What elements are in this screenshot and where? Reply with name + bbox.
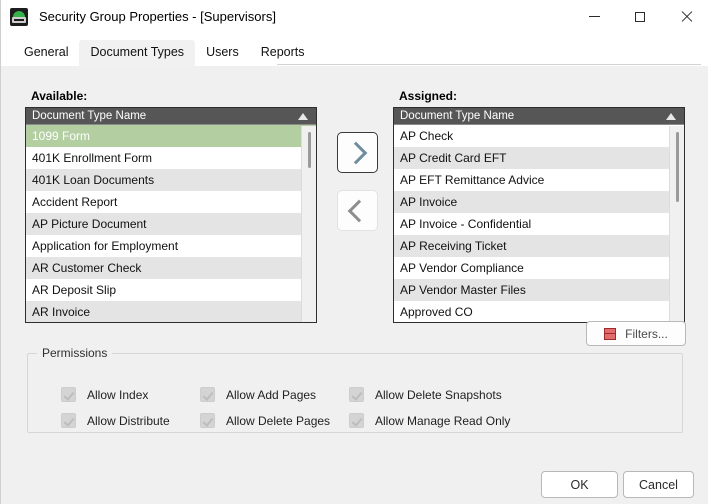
allow-add-pages-checkbox[interactable] (200, 387, 215, 402)
assigned-rows: AP Check AP Credit Card EFT AP EFT Remitta… (394, 125, 684, 322)
list-item[interactable]: AP Invoice - Confidential (394, 213, 684, 235)
maximize-icon (635, 11, 645, 22)
permission-allow-add-pages[interactable]: Allow Add Pages (200, 387, 316, 402)
available-rows: 1099 Form 401K Enrollment Form 401K Loan D… (26, 125, 316, 322)
list-item[interactable]: AP Picture Document (26, 213, 316, 235)
unassign-button[interactable] (337, 190, 378, 231)
list-item[interactable]: AP EFT Remittance Advice (394, 169, 684, 191)
permissions-group-legend: Permissions (37, 346, 113, 360)
list-item[interactable]: Approved CO (394, 301, 684, 322)
window-title: Security Group Properties - [Supervisors… (39, 9, 276, 24)
allow-delete-pages-label: Allow Delete Pages (226, 413, 331, 428)
permission-allow-distribute[interactable]: Allow Distribute (61, 413, 170, 428)
list-item[interactable]: AP Vendor Master Files (394, 279, 684, 301)
list-item[interactable]: AP Check (394, 125, 684, 147)
window-controls (571, 0, 708, 33)
allow-delete-snapshots-label: Allow Delete Snapshots (375, 387, 502, 402)
tab-reports[interactable]: Reports (250, 40, 316, 66)
chevron-right-icon (344, 141, 368, 164)
assign-button[interactable] (337, 132, 378, 173)
minimize-icon (588, 16, 600, 17)
close-button[interactable] (663, 0, 708, 33)
allow-manage-read-only-checkbox[interactable] (349, 413, 364, 428)
list-item[interactable]: Accident Report (26, 191, 316, 213)
available-scrollbar-thumb[interactable] (308, 132, 311, 168)
chevron-left-icon (347, 199, 371, 222)
list-item[interactable]: 401K Loan Documents (26, 169, 316, 191)
app-shield-icon (10, 7, 28, 26)
allow-delete-snapshots-checkbox[interactable] (349, 387, 364, 402)
security-group-properties-window: Security Group Properties - [Supervisors… (0, 0, 708, 504)
assigned-scrollbar-thumb[interactable] (676, 132, 679, 202)
sort-ascending-icon (666, 112, 676, 120)
list-item[interactable]: AP Vendor Compliance (394, 257, 684, 279)
tab-users[interactable]: Users (195, 40, 250, 66)
sort-ascending-icon (298, 112, 308, 120)
list-item[interactable]: AR Invoice (26, 301, 316, 322)
available-document-types-list[interactable]: Document Type Name 1099 Form 401K Enrollm… (25, 107, 317, 323)
tab-document-types[interactable]: Document Types (79, 40, 196, 66)
filters-button[interactable]: Filters... (586, 321, 686, 346)
permission-allow-delete-pages[interactable]: Allow Delete Pages (200, 413, 330, 428)
list-item[interactable]: AP Receiving Ticket (394, 235, 684, 257)
permission-allow-delete-snapshots[interactable]: Allow Delete Snapshots (349, 387, 502, 402)
tab-bar-divider (277, 64, 701, 65)
list-item[interactable]: Application for Employment (26, 235, 316, 257)
permission-allow-index[interactable]: Allow Index (61, 387, 148, 402)
close-icon (680, 11, 692, 23)
allow-distribute-checkbox[interactable] (61, 413, 76, 428)
available-column-header-label: Document Type Name (32, 110, 147, 122)
list-item[interactable]: AP Credit Card EFT (394, 147, 684, 169)
list-item[interactable]: 1099 Form (26, 125, 316, 147)
tab-bar: General Document Types Users Reports (1, 33, 708, 66)
title-bar: Security Group Properties - [Supervisors… (1, 0, 708, 33)
list-item[interactable]: AR Deposit Slip (26, 279, 316, 301)
list-item[interactable]: AP Invoice (394, 191, 684, 213)
available-scrollbar[interactable] (301, 126, 316, 322)
document-types-panel: Available: Document Type Name 1099 Form 4… (1, 66, 708, 504)
allow-manage-read-only-label: Allow Manage Read Only (375, 413, 511, 428)
assigned-document-types-list[interactable]: Document Type Name AP Check AP Credit Car… (393, 107, 685, 323)
available-column-header[interactable]: Document Type Name (26, 108, 316, 125)
allow-index-label: Allow Index (87, 387, 149, 402)
assigned-column-header-label: Document Type Name (400, 110, 515, 122)
cancel-button[interactable]: Cancel (623, 471, 694, 498)
allow-distribute-label: Allow Distribute (87, 413, 170, 428)
ok-button[interactable]: OK (541, 471, 618, 498)
permission-allow-manage-read-only[interactable]: Allow Manage Read Only (349, 413, 510, 428)
assigned-list-label: Assigned: (399, 89, 458, 103)
allow-index-checkbox[interactable] (61, 387, 76, 402)
filters-button-label: Filters... (625, 326, 668, 341)
minimize-button[interactable] (571, 0, 617, 33)
list-item[interactable]: AR Customer Check (26, 257, 316, 279)
maximize-button[interactable] (617, 0, 663, 33)
filter-block-icon (604, 327, 617, 340)
assigned-scrollbar[interactable] (669, 126, 684, 322)
allow-add-pages-label: Allow Add Pages (226, 387, 317, 402)
tab-general[interactable]: General (13, 40, 79, 66)
allow-delete-pages-checkbox[interactable] (200, 413, 215, 428)
list-item[interactable]: 401K Enrollment Form (26, 147, 316, 169)
available-list-label: Available: (31, 89, 88, 103)
assigned-column-header[interactable]: Document Type Name (394, 108, 684, 125)
